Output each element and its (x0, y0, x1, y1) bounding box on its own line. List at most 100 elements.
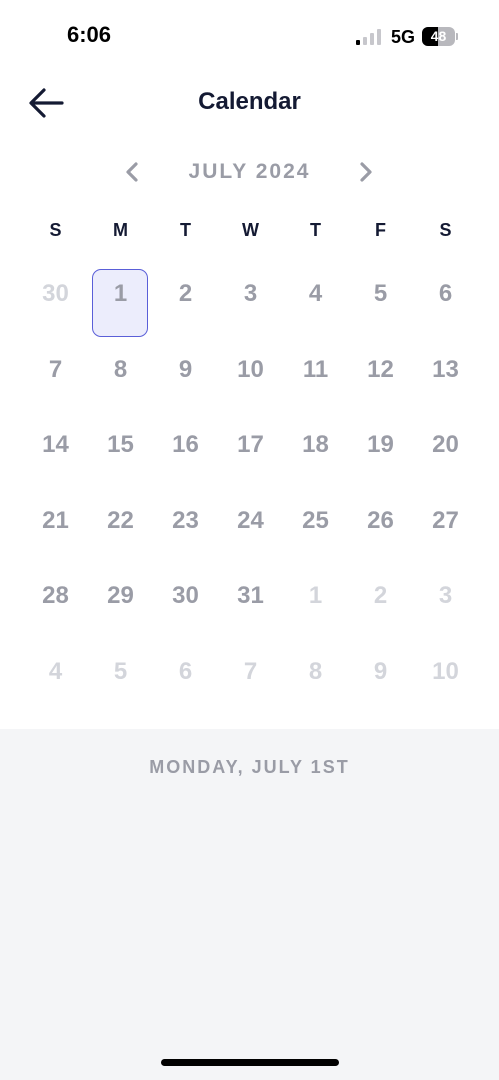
day-number: 19 (367, 431, 394, 458)
day-cell[interactable]: 23 (153, 484, 218, 560)
day-cell-outside-month[interactable]: 30 (23, 257, 88, 333)
day-number: 14 (42, 431, 69, 458)
battery-nub (456, 33, 458, 40)
day-cell[interactable]: 3 (218, 257, 283, 333)
weekday-label: W (242, 220, 259, 240)
status-time: 6:06 (67, 22, 112, 47)
day-cell-outside-month[interactable]: 4 (23, 635, 88, 711)
day-cell-outside-month[interactable]: 5 (88, 635, 153, 711)
day-cell-outside-month[interactable]: 1 (283, 559, 348, 635)
day-cell[interactable]: 19 (348, 408, 413, 484)
day-cell[interactable]: 24 (218, 484, 283, 560)
day-number: 28 (42, 582, 69, 609)
day-cell[interactable]: 30 (153, 559, 218, 635)
chevron-right-icon (360, 162, 372, 182)
day-number: 17 (237, 431, 264, 458)
day-detail-panel: MONDAY, JULY 1ST (0, 729, 499, 1080)
calendar-grid: 30 1 2 3 4 5 6 7 8 9 10 11 12 13 14 15 16 17 18 19 20 21 22 23 2… (23, 257, 478, 710)
day-cell[interactable]: 28 (23, 559, 88, 635)
day-number: 20 (432, 431, 459, 458)
day-number: 10 (237, 355, 264, 383)
day-cell[interactable]: 14 (23, 408, 88, 484)
day-number: 6 (438, 280, 453, 307)
day-number: 3 (243, 280, 258, 307)
day-cell-selected[interactable]: 1 (88, 257, 153, 337)
day-cell[interactable]: 27 (413, 484, 478, 560)
day-number: 1 (308, 582, 323, 609)
day-number: 31 (237, 582, 264, 609)
day-cell[interactable]: 12 (348, 333, 413, 409)
day-cell[interactable]: 16 (153, 408, 218, 484)
selected-date-label: MONDAY, JULY 1ST (149, 757, 350, 777)
day-cell[interactable]: 21 (23, 484, 88, 560)
weekday-label: F (375, 220, 386, 240)
day-number: 1 (113, 280, 128, 307)
day-cell-outside-month[interactable]: 6 (153, 635, 218, 711)
battery-icon: 48 (422, 27, 455, 46)
day-number: 26 (367, 506, 394, 534)
weekday-label: T (310, 220, 321, 240)
day-cell[interactable]: 31 (218, 559, 283, 635)
day-cell[interactable]: 10 (218, 333, 283, 409)
day-cell[interactable]: 2 (153, 257, 218, 333)
day-cell[interactable]: 26 (348, 484, 413, 560)
month-label: JULY 2024 (188, 160, 311, 183)
home-indicator (161, 1059, 339, 1066)
day-cell[interactable]: 11 (283, 333, 348, 409)
day-cell-outside-month[interactable]: 7 (218, 635, 283, 711)
day-number: 8 (308, 657, 323, 685)
day-number: 16 (172, 431, 199, 458)
day-cell-outside-month[interactable]: 3 (413, 559, 478, 635)
day-cell[interactable]: 8 (88, 333, 153, 409)
day-cell[interactable]: 18 (283, 408, 348, 484)
day-cell[interactable]: 17 (218, 408, 283, 484)
weekday-label: S (49, 220, 62, 240)
day-number: 8 (113, 355, 128, 383)
day-cell[interactable]: 15 (88, 408, 153, 484)
day-cell[interactable]: 22 (88, 484, 153, 560)
day-number: 27 (432, 506, 459, 534)
day-cell[interactable]: 9 (153, 333, 218, 409)
day-number: 6 (178, 657, 193, 685)
day-number: 7 (48, 355, 63, 383)
cellular-signal-icon (356, 29, 384, 45)
day-cell[interactable]: 29 (88, 559, 153, 635)
day-number: 9 (178, 355, 193, 383)
header: Calendar (0, 78, 499, 128)
day-number: 2 (178, 280, 193, 307)
day-number: 30 (172, 582, 199, 609)
day-number: 25 (302, 506, 329, 534)
day-number: 5 (113, 657, 128, 685)
day-number: 30 (42, 280, 69, 307)
day-cell-outside-month[interactable]: 9 (348, 635, 413, 711)
day-number: 7 (243, 657, 258, 685)
day-cell[interactable]: 7 (23, 333, 88, 409)
day-cell-outside-month[interactable]: 2 (348, 559, 413, 635)
day-number: 4 (308, 280, 323, 307)
weekday-header: S M T W T F S (23, 220, 478, 244)
day-cell[interactable]: 5 (348, 257, 413, 333)
day-cell-outside-month[interactable]: 8 (283, 635, 348, 711)
day-number: 3 (438, 582, 453, 609)
day-number: 15 (107, 431, 134, 458)
day-cell-outside-month[interactable]: 10 (413, 635, 478, 711)
next-month-button[interactable] (350, 156, 382, 188)
day-number: 13 (432, 355, 459, 383)
battery-level: 48 (430, 28, 447, 44)
network-type: 5G (391, 27, 416, 47)
day-number: 21 (42, 506, 69, 534)
weekday-label: T (180, 220, 191, 240)
day-number: 11 (302, 355, 329, 383)
month-navigation: JULY 2024 (0, 152, 499, 192)
day-cell[interactable]: 20 (413, 408, 478, 484)
day-number: 18 (302, 431, 329, 458)
day-number: 23 (172, 506, 199, 534)
day-cell[interactable]: 4 (283, 257, 348, 333)
day-cell[interactable]: 25 (283, 484, 348, 560)
day-number: 29 (107, 582, 134, 609)
weekday-label: S (439, 220, 452, 240)
day-number: 2 (373, 582, 388, 609)
day-number: 12 (367, 355, 394, 383)
day-cell[interactable]: 6 (413, 257, 478, 333)
day-cell[interactable]: 13 (413, 333, 478, 409)
